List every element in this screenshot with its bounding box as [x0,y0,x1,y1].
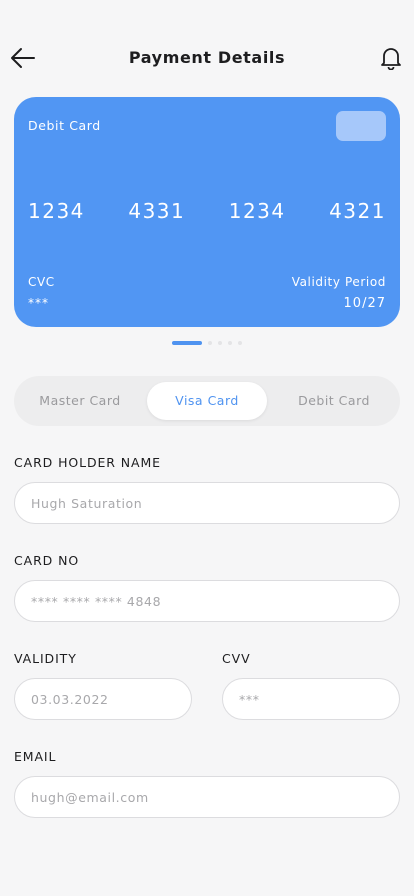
tab-visa-card[interactable]: Visa Card [147,382,267,420]
email-label: EMAIL [14,749,57,764]
validity-period-label: Validity Period [291,275,386,289]
card-pager [172,341,242,345]
card-number-group: 4331 [128,199,186,223]
email-input[interactable] [14,776,400,818]
card-type-selector: Master Card Visa Card Debit Card [14,376,400,426]
pager-dot[interactable] [208,341,212,345]
header: Payment Details [0,36,414,80]
card-no-input[interactable] [14,580,400,622]
cvc-value: *** [28,296,49,310]
page-title: Payment Details [128,48,286,67]
cvv-input[interactable] [222,678,400,720]
bell-icon [381,48,401,71]
tab-master-card[interactable]: Master Card [20,382,140,420]
pager-dot[interactable] [218,341,222,345]
card-type-label: Debit Card [28,118,101,133]
pager-dot[interactable] [238,341,242,345]
pager-dot-active[interactable] [172,341,202,345]
payment-details-screen: Payment Details Debit Card 1234 4331 123… [0,0,414,896]
card-number: 1234 4331 1234 4321 [28,199,386,223]
validity-label: VALIDITY [14,651,77,666]
card-holder-name-label: CARD HOLDER NAME [14,455,161,470]
card-holder-name-input[interactable] [14,482,400,524]
card-number-group: 1234 [228,199,286,223]
tab-debit-card[interactable]: Debit Card [274,382,394,420]
validity-input[interactable] [14,678,192,720]
notification-button[interactable] [380,46,402,71]
card-number-group: 4321 [329,199,386,223]
pager-dot[interactable] [228,341,232,345]
cvv-label: CVV [222,651,251,666]
validity-period-value: 10/27 [343,296,386,311]
card-no-label: CARD NO [14,553,80,568]
cvc-label: CVC [28,275,55,289]
card-number-group: 1234 [28,199,85,223]
card-chip [336,111,386,141]
payment-card[interactable]: Debit Card 1234 4331 1234 4321 CVC *** V… [14,97,400,327]
